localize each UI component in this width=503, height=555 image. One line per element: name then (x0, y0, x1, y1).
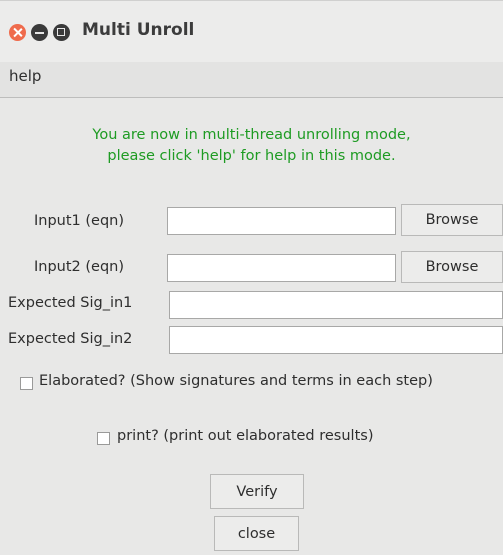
close-icon[interactable] (9, 24, 26, 41)
menu-bar: help (0, 62, 503, 98)
input2-label: Input2 (eqn) (34, 259, 125, 275)
minimize-icon[interactable] (31, 24, 48, 41)
input1-browse-button[interactable]: Browse (401, 204, 503, 236)
close-button[interactable]: close (214, 516, 299, 551)
mode-info-line1: You are now in multi-thread unrolling mo… (92, 127, 411, 143)
title-bar: Multi Unroll (0, 0, 503, 62)
print-label: print? (print out elaborated results) (117, 428, 374, 444)
menu-item-help[interactable]: help (9, 67, 41, 85)
verify-button[interactable]: Verify (210, 474, 304, 509)
expected-sig-in2-label: Expected Sig_in2 (8, 331, 133, 347)
mode-info-line2: please click 'help' for help in this mod… (107, 148, 396, 164)
expected-sig-in1-label: Expected Sig_in1 (8, 295, 133, 311)
elaborated-label: Elaborated? (Show signatures and terms i… (39, 373, 433, 389)
mode-info-message: You are now in multi-thread unrolling mo… (0, 125, 503, 167)
input2-field[interactable] (167, 254, 396, 282)
input1-field[interactable] (167, 207, 396, 235)
input2-browse-button[interactable]: Browse (401, 251, 503, 283)
elaborated-checkbox[interactable] (20, 377, 33, 390)
expected-sig-in2-field[interactable] (169, 326, 503, 354)
maximize-icon[interactable] (53, 24, 70, 41)
input1-label: Input1 (eqn) (34, 213, 125, 229)
expected-sig-in1-field[interactable] (169, 291, 503, 319)
print-checkbox[interactable] (97, 432, 110, 445)
window-title: Multi Unroll (82, 20, 195, 40)
